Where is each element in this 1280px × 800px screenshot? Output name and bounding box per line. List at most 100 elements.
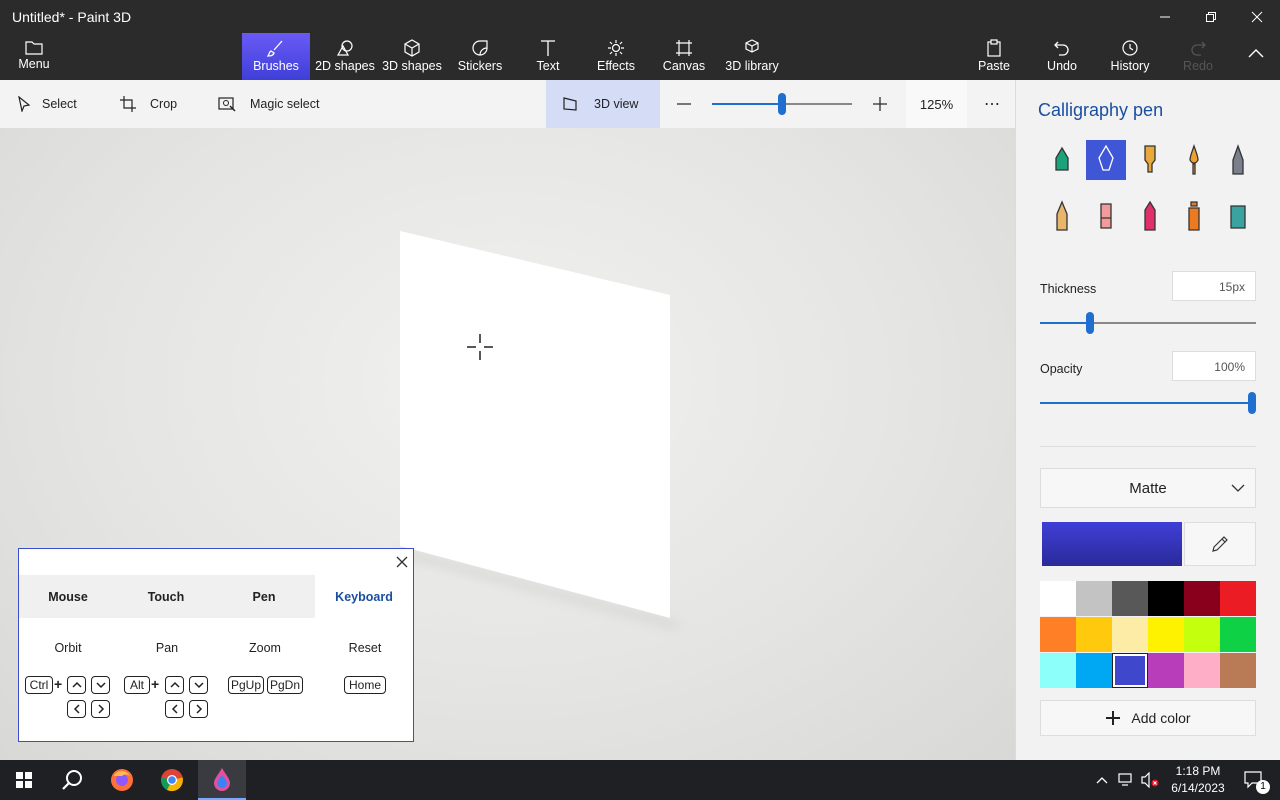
taskbar: 1:18 PM 6/14/2023 1 <box>0 760 1280 800</box>
volume-muted-icon <box>1141 772 1159 788</box>
magic-select-button[interactable]: Magic select <box>218 80 319 128</box>
brush-eraser[interactable] <box>1086 196 1126 236</box>
toolbar: Select Crop Magic select 3D view 125% ⋯ <box>0 80 1015 128</box>
brush-oil-brush[interactable] <box>1130 140 1170 180</box>
palette-swatch[interactable] <box>1184 581 1220 616</box>
zoom-slider-thumb[interactable] <box>778 93 786 115</box>
tab-pen[interactable]: Pen <box>215 575 313 618</box>
palette-swatch[interactable] <box>1076 653 1112 688</box>
brush-crayon[interactable] <box>1130 196 1170 236</box>
paste-button[interactable]: Paste <box>972 33 1016 80</box>
undo-label: Undo <box>1047 59 1077 73</box>
restore-button[interactable] <box>1188 0 1234 33</box>
thickness-slider[interactable] <box>1040 312 1256 334</box>
crop-icon <box>120 96 136 112</box>
tab-canvas[interactable]: Canvas <box>658 33 710 80</box>
finish-value: Matte <box>1129 479 1167 497</box>
minus-icon <box>677 103 691 105</box>
menu-label: Menu <box>18 57 50 71</box>
redo-button[interactable]: Redo <box>1178 33 1218 80</box>
action-center-button[interactable]: 1 <box>1234 760 1274 800</box>
palette-swatch[interactable] <box>1040 581 1076 616</box>
pan-heading: Pan <box>155 641 179 655</box>
palette-swatch[interactable] <box>1112 581 1148 616</box>
brush-calligraphy-pen[interactable] <box>1086 140 1126 180</box>
tab-stickers[interactable]: Stickers <box>452 33 508 80</box>
opacity-input[interactable]: 100% <box>1172 351 1256 381</box>
history-button[interactable]: History <box>1106 33 1154 80</box>
tab-3d-library[interactable]: 3D library <box>722 33 782 80</box>
close-help-button[interactable] <box>393 553 411 571</box>
restore-icon <box>1206 11 1216 22</box>
eyedropper-button[interactable] <box>1184 522 1256 566</box>
history-icon <box>1122 40 1138 56</box>
search-button[interactable] <box>48 760 96 800</box>
menu-button[interactable]: Menu <box>8 33 60 80</box>
select-button[interactable]: Select <box>16 80 77 128</box>
tab-brushes[interactable]: Brushes <box>242 33 310 80</box>
palette-swatch[interactable] <box>1076 617 1112 652</box>
palette-swatch[interactable] <box>1148 617 1184 652</box>
network-button[interactable] <box>1114 760 1138 800</box>
thickness-input[interactable]: 15px <box>1172 271 1256 301</box>
palette-swatch[interactable] <box>1220 617 1256 652</box>
tab-touch[interactable]: Touch <box>117 575 215 618</box>
minimize-button[interactable] <box>1142 0 1188 33</box>
eraser-icon <box>1100 203 1112 229</box>
stickers-icon <box>472 40 488 56</box>
brush-pixel-pen[interactable] <box>1218 140 1258 180</box>
brush-fill[interactable] <box>1218 196 1258 236</box>
brush-marker[interactable] <box>1042 140 1082 180</box>
palette-swatch[interactable] <box>1220 581 1256 616</box>
palette-swatch[interactable] <box>1040 617 1076 652</box>
volume-button[interactable] <box>1138 760 1162 800</box>
zoom-out-button[interactable] <box>676 80 702 128</box>
paste-label: Paste <box>978 59 1010 73</box>
palette-swatch[interactable] <box>1184 617 1220 652</box>
tab-2d-shapes[interactable]: 2D shapes <box>312 33 378 80</box>
folder-icon <box>25 41 43 55</box>
more-options-button[interactable]: ⋯ <box>984 80 1001 128</box>
opacity-slider-thumb[interactable] <box>1248 392 1256 414</box>
palette-swatch[interactable] <box>1220 653 1256 688</box>
palette-swatch[interactable] <box>1148 653 1184 688</box>
brush-spray-can[interactable] <box>1174 196 1214 236</box>
palette-swatch[interactable] <box>1040 653 1076 688</box>
tab-effects[interactable]: Effects <box>590 33 642 80</box>
palette-swatch[interactable] <box>1076 581 1112 616</box>
opacity-slider[interactable] <box>1040 392 1256 414</box>
crop-button[interactable]: Crop <box>120 80 177 128</box>
firefox-icon <box>111 769 133 791</box>
current-color-swatch[interactable] <box>1042 522 1182 566</box>
close-button[interactable] <box>1234 0 1280 33</box>
zoom-in-button[interactable] <box>872 80 898 128</box>
add-color-button[interactable]: Add color <box>1040 700 1256 736</box>
paint3d-taskbar-button[interactable] <box>198 760 246 800</box>
add-color-label: Add color <box>1131 710 1191 726</box>
tab-text[interactable]: Text <box>522 33 574 80</box>
zoom-slider[interactable] <box>712 93 852 115</box>
select-cursor-icon <box>18 96 31 112</box>
tab-3d-shapes[interactable]: 3D shapes <box>380 33 444 80</box>
firefox-taskbar-button[interactable] <box>98 760 146 800</box>
3d-view-toggle[interactable]: 3D view <box>546 80 660 128</box>
palette-swatch[interactable] <box>1148 581 1184 616</box>
clock[interactable]: 1:18 PM 6/14/2023 <box>1166 763 1230 797</box>
show-hidden-icons-button[interactable] <box>1090 760 1114 800</box>
3d-view-label: 3D view <box>594 97 639 111</box>
finish-dropdown[interactable]: Matte <box>1040 468 1256 508</box>
chrome-taskbar-button[interactable] <box>148 760 196 800</box>
palette-swatch[interactable] <box>1184 653 1220 688</box>
tab-mouse[interactable]: Mouse <box>19 575 117 618</box>
brush-pencil[interactable] <box>1042 196 1082 236</box>
palette-swatch[interactable] <box>1112 617 1148 652</box>
palette-swatch[interactable] <box>1112 653 1148 688</box>
start-button[interactable] <box>0 760 48 800</box>
undo-button[interactable]: Undo <box>1040 33 1084 80</box>
zoom-percentage[interactable]: 125% <box>906 80 967 128</box>
pixel-pen-icon <box>1232 144 1244 175</box>
tab-keyboard[interactable]: Keyboard <box>315 575 413 618</box>
thickness-slider-thumb[interactable] <box>1086 312 1094 334</box>
brush-watercolor[interactable] <box>1174 140 1214 180</box>
collapse-ribbon-button[interactable] <box>1236 33 1276 80</box>
